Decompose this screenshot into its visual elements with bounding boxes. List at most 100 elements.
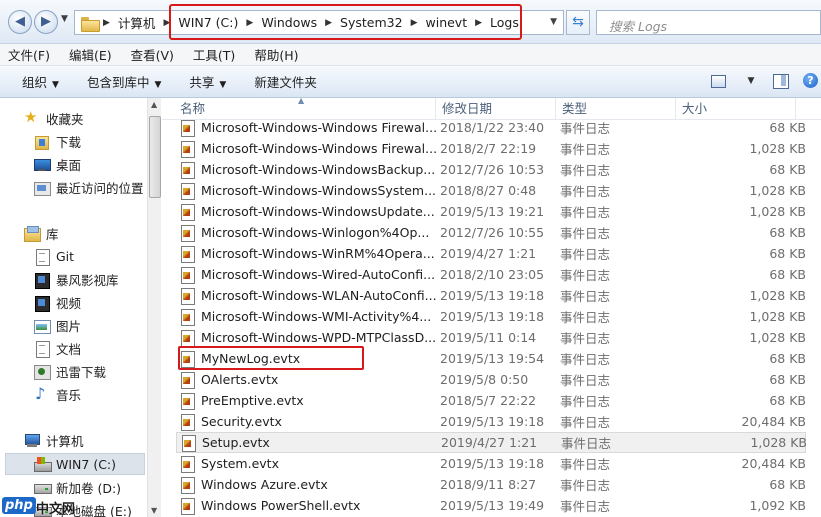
forward-button[interactable]: ▶ (34, 10, 58, 34)
file-name: Microsoft-Windows-WLAN-AutoConfi... (201, 288, 437, 303)
file-row[interactable]: OAlerts.evtx 2019/5/8 0:50 事件日志 68 KB (176, 369, 806, 390)
nav-desktop[interactable]: 桌面 (34, 154, 81, 174)
nav-downloads[interactable]: 下载 (34, 131, 81, 151)
nav-computer[interactable]: 计算机 (24, 430, 84, 450)
file-row[interactable]: Microsoft-Windows-WinRM%4Opera... 2019/4/… (176, 243, 806, 264)
file-date: 2019/5/13 19:54 (440, 351, 545, 366)
back-button[interactable]: ◀ (8, 10, 32, 34)
nav-music[interactable]: 音乐 (34, 384, 81, 404)
file-row[interactable]: Microsoft-Windows-Winlogon%4Op... 2012/7/… (176, 222, 806, 243)
scrollbar-thumb[interactable] (149, 116, 161, 198)
nav-recent[interactable]: 最近访问的位置 (34, 177, 144, 197)
search-input[interactable]: 搜索 Logs (596, 10, 821, 35)
file-row[interactable]: Windows Azure.evtx 2018/9/11 8:27 事件日志 68 K… (176, 474, 806, 495)
file-row[interactable]: Windows PowerShell.evtx 2019/5/13 19:49 事件… (176, 495, 806, 516)
organize-button[interactable]: 组织 ▼ (22, 72, 59, 91)
breadcrumb-computer[interactable]: 计算机 (118, 13, 156, 32)
event-log-file-icon (181, 119, 195, 137)
videos-icon (34, 295, 50, 312)
nav-storm-video[interactable]: 暴风影视库 (34, 269, 119, 289)
arrow-left-icon: ◀ (15, 14, 25, 29)
file-type: 事件日志 (561, 436, 612, 451)
nav-win7-drive[interactable]: WIN7 (C:) (34, 454, 116, 474)
nav-label: 库 (46, 226, 59, 242)
menu-edit[interactable]: 编辑(E) (69, 45, 112, 64)
file-name: OAlerts.evtx (201, 372, 279, 387)
share-label: 共享 (189, 75, 215, 90)
file-date: 2018/8/27 0:48 (440, 183, 537, 198)
nav-label: 下载 (56, 134, 82, 150)
include-library-button[interactable]: 包含到库中 ▼ (87, 72, 161, 91)
file-row[interactable]: System.evtx 2019/5/13 19:18 事件日志 20,484 KB (176, 453, 806, 474)
file-row[interactable]: Microsoft-Windows-WPD-MTPClassD... 2019/5… (176, 327, 806, 348)
nav-documents[interactable]: 文档 (34, 338, 81, 358)
file-date: 2012/7/26 10:53 (440, 162, 545, 177)
view-options-icon[interactable] (711, 72, 731, 90)
refresh-icon: ⇆ (572, 14, 584, 30)
nav-favorites[interactable]: 收藏夹 (24, 108, 84, 128)
file-type: 事件日志 (560, 247, 611, 262)
help-icon[interactable] (801, 72, 821, 90)
event-log-file-icon (181, 203, 195, 221)
arrow-right-icon: ▶ (41, 14, 51, 29)
file-type: 事件日志 (560, 184, 611, 199)
file-row[interactable]: Microsoft-Windows-WindowsBackup... 2012/7… (176, 159, 806, 180)
navigation-scrollbar[interactable]: ▲ ▼ (147, 98, 161, 517)
event-log-file-icon (181, 224, 195, 242)
file-row[interactable]: Microsoft-Windows-WLAN-AutoConfi... 2019/… (176, 285, 806, 306)
new-folder-button[interactable]: 新建文件夹 (254, 72, 317, 91)
nav-label: 新加卷 (D:) (56, 480, 122, 496)
file-name: Microsoft-Windows-Windows Firewal... (201, 120, 438, 135)
file-date: 2019/4/27 1:21 (440, 246, 537, 261)
file-size: 68 KB (769, 246, 806, 261)
scroll-up-icon[interactable]: ▲ (151, 100, 157, 109)
scroll-down-icon[interactable]: ▼ (151, 506, 157, 515)
file-row[interactable]: Microsoft-Windows-Windows Firewal... 2018… (176, 117, 806, 138)
menu-view[interactable]: 查看(V) (131, 45, 174, 64)
nav-libraries[interactable]: 库 (24, 223, 59, 243)
file-row[interactable]: Microsoft-Windows-Windows Firewal... 2018… (176, 138, 806, 159)
file-type: 事件日志 (560, 352, 611, 367)
nav-xunlei[interactable]: 迅雷下载 (34, 361, 106, 381)
recent-pages-dropdown[interactable]: ▼ (61, 14, 68, 24)
star-icon (24, 108, 40, 126)
file-date: 2019/5/13 19:18 (440, 288, 545, 303)
file-row[interactable]: Microsoft-Windows-WMI-Activity%4... 2019/… (176, 306, 806, 327)
file-date: 2018/9/11 8:27 (440, 477, 537, 492)
address-history-dropdown[interactable]: ▼ (550, 17, 557, 27)
refresh-button[interactable]: ⇆ (566, 10, 590, 35)
chevron-down-icon: ▼ (154, 80, 162, 90)
event-log-file-icon (182, 434, 196, 452)
nav-d-drive[interactable]: 新加卷 (D:) (34, 477, 121, 497)
file-name: Microsoft-Windows-Windows Firewal... (201, 141, 438, 156)
file-size: 68 KB (769, 162, 806, 177)
view-options-dropdown[interactable]: ▼ (741, 72, 761, 90)
file-date: 2019/5/13 19:18 (440, 309, 545, 324)
chevron-right-icon[interactable]: ▶ (103, 18, 110, 28)
file-row[interactable]: Microsoft-Windows-Wired-AutoConfi... 2018… (176, 264, 806, 285)
event-log-file-icon (181, 161, 195, 179)
file-row[interactable]: Microsoft-Windows-WindowsUpdate... 2019/5… (176, 201, 806, 222)
nav-label: 音乐 (56, 387, 82, 403)
file-type: 事件日志 (560, 478, 611, 493)
file-type: 事件日志 (560, 205, 611, 220)
file-row[interactable]: Setup.evtx 2019/4/27 1:21 事件日志 1,028 KB (176, 432, 807, 453)
file-row[interactable]: Security.evtx 2019/5/13 19:18 事件日志 20,484 K… (176, 411, 806, 432)
file-size: 68 KB (769, 120, 806, 135)
nav-git[interactable]: Git (34, 246, 74, 266)
file-row[interactable]: Microsoft-Windows-WindowsSystem... 2018/8… (176, 180, 806, 201)
nav-videos[interactable]: 视频 (34, 292, 81, 312)
share-button[interactable]: 共享 ▼ (189, 72, 226, 91)
preview-pane-icon[interactable] (771, 72, 791, 90)
event-log-file-icon (181, 266, 195, 284)
menu-tools[interactable]: 工具(T) (193, 45, 235, 64)
address-highlight-annotation (169, 4, 522, 40)
file-name: Microsoft-Windows-WindowsUpdate... (201, 204, 435, 219)
file-type: 事件日志 (560, 268, 611, 283)
drive-icon (34, 480, 52, 495)
nav-pictures[interactable]: 图片 (34, 315, 81, 335)
menu-file[interactable]: 文件(F) (8, 45, 50, 64)
menu-help[interactable]: 帮助(H) (254, 45, 298, 64)
downloads-folder-icon (34, 134, 50, 150)
file-row[interactable]: PreEmptive.evtx 2018/5/7 22:22 事件日志 68 KB (176, 390, 806, 411)
